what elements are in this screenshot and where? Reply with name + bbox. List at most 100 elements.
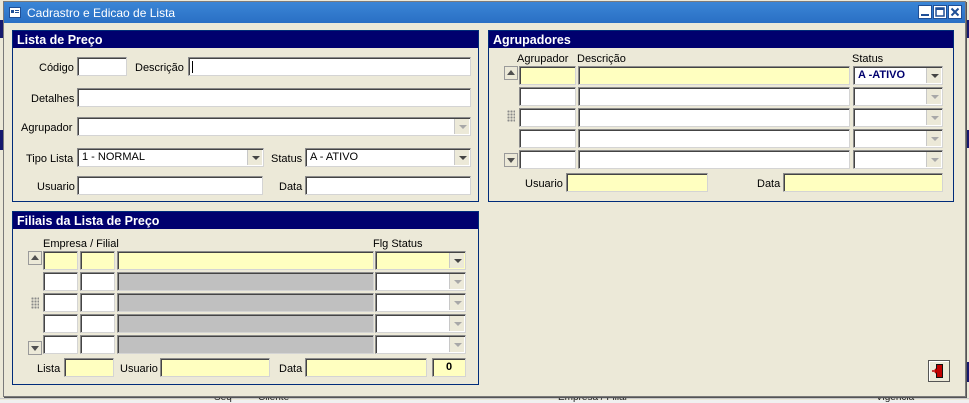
codigo-label: Código: [39, 62, 74, 74]
flg-status-cell[interactable]: [375, 251, 466, 270]
scroll-up-icon[interactable]: [28, 251, 42, 265]
descricao-cell[interactable]: [578, 87, 850, 106]
backdrop-divider: [0, 398, 969, 399]
exit-button[interactable]: [928, 360, 950, 382]
empresa-cell[interactable]: [43, 293, 78, 312]
filiais-lista-input[interactable]: [64, 358, 114, 377]
scroll-grip-icon[interactable]: [507, 110, 515, 122]
filiais-scrollbar[interactable]: [28, 251, 42, 355]
filiais-title: Filiais da Lista de Preço: [13, 212, 478, 229]
nome-filial-cell: [117, 293, 374, 312]
usuario-label: Usuario: [37, 181, 75, 193]
close-button[interactable]: [948, 5, 962, 19]
filiais-data-input[interactable]: [305, 358, 427, 377]
col-agrupador-header: Agrupador: [517, 53, 569, 65]
agrupadores-scrollbar[interactable]: [504, 66, 518, 167]
chevron-down-icon[interactable]: [449, 316, 464, 331]
empresa-cell[interactable]: [43, 335, 78, 354]
tipo-lista-value: 1 - NORMAL: [82, 151, 145, 163]
flg-status-cell[interactable]: [375, 293, 466, 312]
agrupadores-data-input[interactable]: [783, 173, 943, 192]
descricao-input[interactable]: [188, 57, 471, 76]
chevron-down-icon[interactable]: [454, 150, 469, 165]
descricao-label: Descrição: [135, 62, 184, 74]
exit-door-icon: [932, 364, 943, 378]
agrupador-label: Agrupador: [21, 122, 73, 134]
agrupador-select[interactable]: [77, 117, 471, 136]
chevron-down-icon[interactable]: [454, 119, 469, 134]
status-select[interactable]: A - ATIVO: [305, 148, 471, 167]
scroll-down-icon[interactable]: [504, 153, 518, 167]
status-cell[interactable]: [853, 108, 943, 127]
data-label: Data: [279, 181, 303, 193]
agrupadores-panel: Agrupadores Agrupador Descrição Status A…: [488, 30, 954, 202]
descricao-cell[interactable]: [578, 66, 850, 85]
filial-cell[interactable]: [80, 272, 115, 291]
filiais-count-field: 0: [432, 358, 466, 377]
chevron-down-icon[interactable]: [926, 110, 941, 125]
filial-cell[interactable]: [80, 335, 115, 354]
chevron-down-icon[interactable]: [449, 274, 464, 289]
window-title-bar[interactable]: Cadrastro e Edicao de Lista: [4, 2, 965, 23]
col-flg-status-header: Flg Status: [373, 238, 423, 250]
agrupadores-usuario-input[interactable]: [566, 173, 708, 192]
minimize-button[interactable]: [918, 5, 932, 19]
filiais-panel: Filiais da Lista de Preço Empresa / Fili…: [12, 211, 479, 385]
scroll-up-icon[interactable]: [504, 66, 518, 80]
chevron-down-icon[interactable]: [926, 152, 941, 167]
nome-filial-cell[interactable]: [117, 251, 374, 270]
agrupador-cell[interactable]: [519, 87, 576, 106]
codigo-input[interactable]: [77, 57, 127, 76]
flg-status-cell[interactable]: [375, 314, 466, 333]
filiais-usuario-label: Usuario: [120, 363, 158, 375]
dialog-window: Cadrastro e Edicao de Lista Lista de Pre…: [3, 1, 966, 397]
empresa-cell[interactable]: [43, 251, 78, 270]
chevron-down-icon[interactable]: [926, 68, 941, 83]
filial-cell[interactable]: [80, 293, 115, 312]
maximize-icon: [935, 7, 945, 17]
maximize-button[interactable]: [933, 5, 947, 19]
status-cell[interactable]: [853, 150, 943, 169]
col-status-header: Status: [852, 53, 884, 65]
filial-cell[interactable]: [80, 251, 115, 270]
lista-preco-title: Lista de Preço: [13, 31, 478, 48]
agrupador-cell[interactable]: [519, 66, 576, 85]
chevron-down-icon[interactable]: [926, 131, 941, 146]
tipo-lista-label: Tipo Lista: [26, 153, 74, 165]
status-label: Status: [271, 153, 303, 165]
scroll-down-icon[interactable]: [28, 341, 42, 355]
status-cell[interactable]: A -ATIVO: [853, 66, 943, 85]
nome-filial-cell: [117, 335, 374, 354]
agrupadores-title: Agrupadores: [489, 31, 953, 48]
flg-status-cell[interactable]: [375, 272, 466, 291]
data-input[interactable]: [305, 176, 471, 195]
filiais-usuario-input[interactable]: [160, 358, 270, 377]
flg-status-cell[interactable]: [375, 335, 466, 354]
usuario-input[interactable]: [77, 176, 263, 195]
col-empresa-filial-header: Empresa / Filial: [43, 238, 119, 250]
filial-cell[interactable]: [80, 314, 115, 333]
scroll-grip-icon[interactable]: [31, 297, 39, 309]
minimize-icon: [921, 14, 929, 16]
agrupador-cell[interactable]: [519, 129, 576, 148]
detalhes-input[interactable]: [77, 88, 471, 107]
status-cell[interactable]: [853, 129, 943, 148]
chevron-down-icon[interactable]: [449, 253, 464, 268]
agrupador-cell[interactable]: [519, 108, 576, 127]
empresa-cell[interactable]: [43, 272, 78, 291]
lista-preco-panel: Lista de Preço Código Descrição Detalhes…: [12, 30, 479, 202]
descricao-cell[interactable]: [578, 108, 850, 127]
agrupador-cell[interactable]: [519, 150, 576, 169]
descricao-cell[interactable]: [578, 150, 850, 169]
chevron-down-icon[interactable]: [449, 295, 464, 310]
agrupadores-usuario-label: Usuario: [525, 178, 563, 190]
filiais-data-label: Data: [279, 363, 303, 375]
chevron-down-icon[interactable]: [247, 150, 262, 165]
form-window-icon: [9, 7, 21, 18]
tipo-lista-select[interactable]: 1 - NORMAL: [77, 148, 264, 167]
descricao-cell[interactable]: [578, 129, 850, 148]
status-cell[interactable]: [853, 87, 943, 106]
empresa-cell[interactable]: [43, 314, 78, 333]
chevron-down-icon[interactable]: [449, 337, 464, 352]
chevron-down-icon[interactable]: [926, 89, 941, 104]
